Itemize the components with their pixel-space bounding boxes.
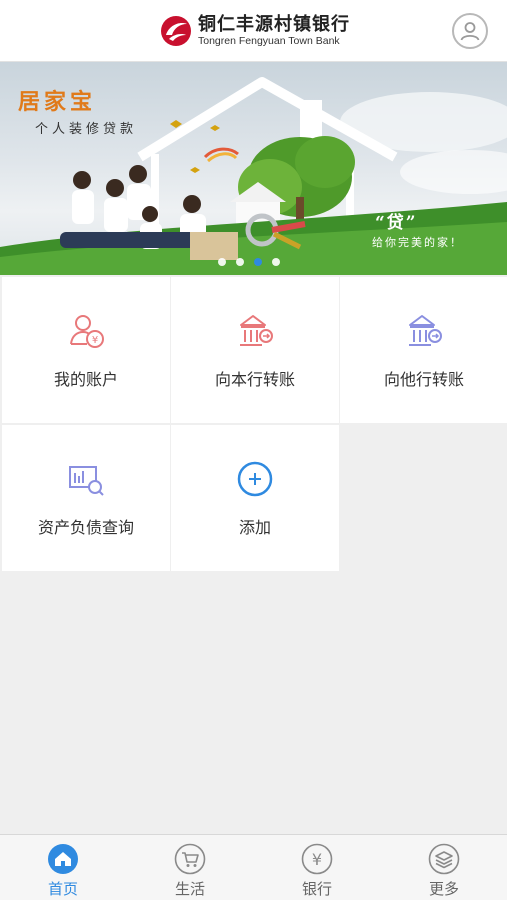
profile-button[interactable] — [452, 13, 488, 49]
carousel-dot[interactable] — [272, 258, 280, 266]
service-add[interactable]: 添加 — [171, 425, 339, 571]
home-icon — [48, 844, 78, 874]
app-header: 铜仁丰源村镇银行 Tongren Fengyuan Town Bank — [0, 0, 507, 62]
user-icon — [460, 22, 480, 41]
service-label: 添加 — [238, 520, 271, 537]
service-label: 我的账户 — [53, 372, 118, 389]
service-intra-bank-transfer[interactable]: 向本行转账 — [171, 277, 339, 423]
layers-icon — [428, 843, 460, 875]
bank-brand: 铜仁丰源村镇银行 Tongren Fengyuan Town Bank — [160, 12, 350, 50]
bank-name-cn: 铜仁丰源村镇银行 — [198, 14, 350, 35]
other-bank-transfer-icon — [409, 315, 442, 346]
yuan-icon: ¥ — [301, 843, 333, 875]
service-asset-liability-query[interactable]: 资产负债查询 — [2, 425, 170, 571]
tab-life[interactable]: 生活 — [127, 835, 253, 900]
bank-transfer-icon — [240, 315, 273, 346]
tab-home[interactable]: 首页 — [0, 835, 126, 900]
carousel-dot[interactable] — [218, 258, 226, 266]
tab-label: 银行 — [301, 881, 332, 898]
tab-more[interactable]: 更多 — [381, 835, 507, 900]
tab-label: 首页 — [47, 881, 78, 898]
promo-banner[interactable]: 居家宝 个人装修贷款 “贷” 给你完美的家！ — [0, 62, 507, 275]
banner-slogan-sub: 给你完美的家！ — [372, 236, 463, 249]
bank-logo-icon — [161, 16, 191, 46]
service-label: 向本行转账 — [214, 372, 295, 389]
report-search-icon — [69, 466, 104, 496]
svg-text:¥: ¥ — [312, 850, 322, 869]
tab-label: 生活 — [174, 881, 205, 898]
carousel-dot[interactable] — [236, 258, 244, 266]
tab-bank[interactable]: ¥ 银行 — [254, 835, 380, 900]
service-inter-bank-transfer[interactable]: 向他行转账 — [340, 277, 507, 423]
tab-label: 更多 — [428, 881, 459, 898]
cart-icon — [174, 843, 206, 875]
bank-name-en: Tongren Fengyuan Town Bank — [198, 35, 340, 48]
bottom-tab-bar: 首页 生活 ¥ 银行 更多 — [0, 834, 507, 900]
account-icon: ¥ — [70, 315, 104, 348]
banner-slogan: “贷” — [375, 213, 418, 233]
service-label: 向他行转账 — [383, 372, 464, 389]
service-label: 资产负债查询 — [37, 520, 134, 537]
banner-subtitle: 个人装修贷款 — [35, 122, 138, 137]
carousel-indicator — [218, 258, 280, 266]
carousel-dot-active[interactable] — [254, 258, 262, 266]
banner-title: 居家宝 — [18, 89, 97, 115]
svg-text:¥: ¥ — [92, 335, 98, 346]
add-icon — [237, 461, 273, 497]
service-my-account[interactable]: ¥ 我的账户 — [2, 277, 170, 423]
